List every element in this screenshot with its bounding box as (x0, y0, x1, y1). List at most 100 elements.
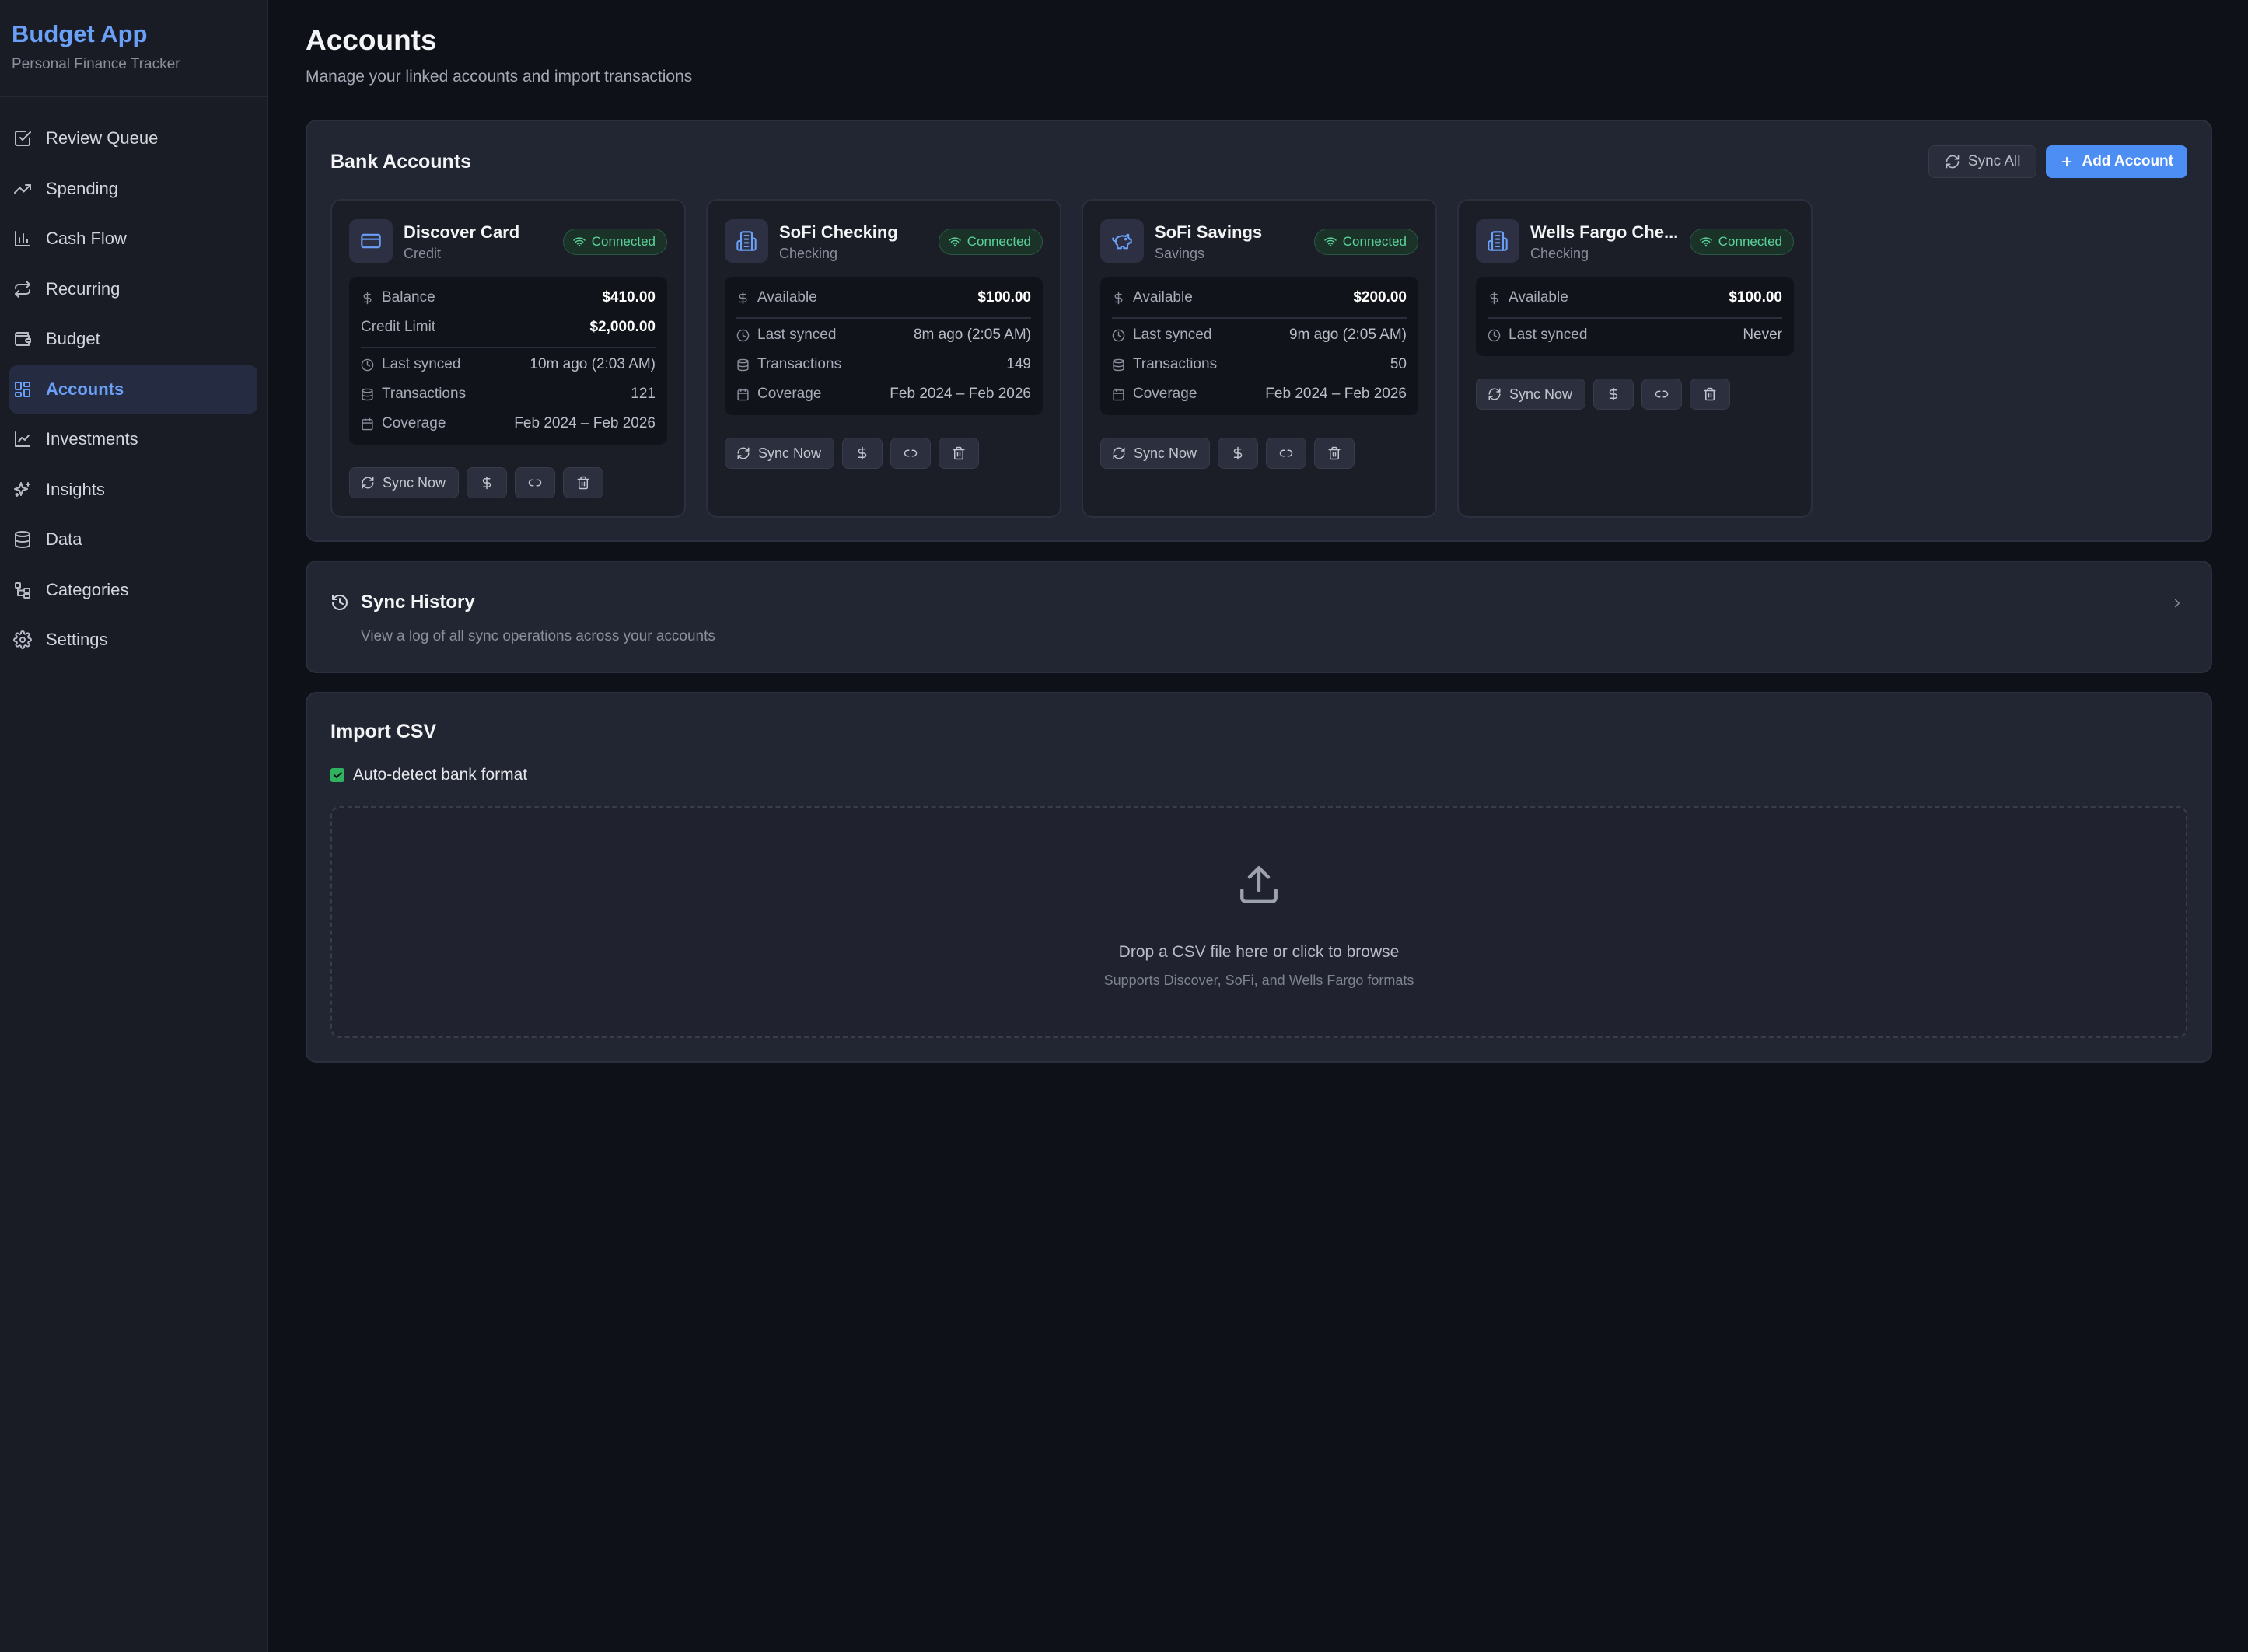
sidebar-item-spending[interactable]: Spending (9, 165, 257, 213)
update-balance-button[interactable] (842, 438, 883, 469)
stat-value: Feb 2024 – Feb 2026 (890, 386, 1031, 402)
delete-account-button[interactable] (563, 467, 604, 498)
sync-now-button[interactable]: Sync Now (1476, 379, 1586, 410)
trash-icon (953, 446, 965, 460)
stat-label: Last synced (382, 356, 461, 372)
stat-value: $200.00 (1353, 289, 1407, 306)
update-balance-button[interactable] (1593, 379, 1634, 410)
stat-label: Transactions (1133, 356, 1218, 372)
sidebar-nav: Review Queue Spending Cash Flow Recurrin… (0, 97, 267, 664)
link-icon (528, 479, 542, 487)
sidebar-item-label: Recurring (46, 278, 121, 299)
add-account-label: Add Account (2082, 153, 2173, 169)
account-type: Savings (1155, 246, 1205, 261)
dropzone-text: Drop a CSV file here or click to browse (1118, 943, 1400, 961)
sidebar-item-budget[interactable]: Budget (9, 315, 257, 363)
status-badge: Connected (562, 229, 667, 255)
app-subtitle: Personal Finance Tracker (12, 56, 180, 72)
sidebar-item-data[interactable]: Data (9, 515, 257, 564)
status-badge: Connected (1313, 229, 1418, 255)
relink-button[interactable] (1266, 438, 1307, 469)
account-stats: Balance $410.00 Credit Limit $2,000.00 L… (349, 277, 667, 445)
dropzone-hint: Supports Discover, SoFi, and Wells Fargo… (1103, 973, 1414, 988)
refresh-icon (737, 447, 750, 459)
app-title: Budget App (12, 20, 148, 47)
sync-history-panel[interactable]: Sync History View a log of all sync oper… (306, 561, 2212, 673)
auto-detect-toggle[interactable]: Auto-detect bank format (330, 766, 527, 784)
sidebar-item-label: Settings (46, 630, 108, 649)
relink-button[interactable] (1641, 379, 1683, 410)
sidebar-item-label: Cash Flow (46, 229, 127, 248)
account-stats: Available $100.00 Last synced Never (1476, 277, 1794, 356)
building-icon (725, 219, 768, 263)
sync-now-label: Sync Now (383, 474, 446, 491)
account-card-header: SoFi Savings Savings Connected (1100, 219, 1418, 263)
page-subtitle: Manage your linked accounts and import t… (306, 68, 693, 86)
account-card-header: Discover Card Credit Connected (349, 219, 667, 263)
sync-all-button[interactable]: Sync All (1928, 145, 2037, 178)
clock-icon (736, 329, 750, 341)
account-stats: Available $200.00 Last synced 9m ago (2:… (1100, 277, 1418, 415)
stat-label: Available (1133, 289, 1193, 306)
stat-last-synced: Last synced 9m ago (2:05 AM) (1112, 320, 1407, 350)
sidebar-item-label: Data (46, 529, 82, 549)
dollar-icon (482, 476, 491, 490)
sidebar-item-accounts[interactable]: Accounts (9, 365, 257, 414)
stat-value: 9m ago (2:05 AM) (1288, 327, 1407, 343)
add-account-button[interactable]: Add Account (2046, 145, 2187, 178)
sidebar-item-cash-flow[interactable]: Cash Flow (9, 215, 257, 263)
calendar-icon (1113, 388, 1124, 400)
dollar-icon (858, 446, 867, 460)
stat-coverage: Coverage Feb 2024 – Feb 2026 (1112, 379, 1407, 409)
calendar-icon (362, 417, 373, 430)
account-name: Wells Fargo Che... (1530, 222, 1679, 242)
sidebar-item-review-queue[interactable]: Review Queue (9, 114, 257, 162)
sync-now-button[interactable]: Sync Now (349, 467, 460, 498)
status-badge: Connected (938, 229, 1043, 255)
account-actions: Sync Now (1100, 438, 1355, 469)
page-title: Accounts (306, 24, 437, 56)
chevron-right-icon[interactable] (2170, 596, 2184, 614)
delete-account-button[interactable] (1314, 438, 1355, 469)
link-icon (1279, 449, 1293, 457)
relink-button[interactable] (890, 438, 932, 469)
sidebar-item-label: Budget (46, 329, 100, 348)
link-icon (1655, 390, 1669, 398)
sync-history-subtitle: View a log of all sync operations across… (361, 628, 715, 644)
relink-button[interactable] (515, 467, 556, 498)
trash-icon (1704, 387, 1716, 401)
stat-label: Last synced (1509, 327, 1588, 343)
stat-divider (361, 347, 656, 348)
sidebar-item-investments[interactable]: Investments (9, 415, 257, 463)
sidebar-item-categories[interactable]: Categories (9, 566, 257, 614)
update-balance-button[interactable] (467, 467, 508, 498)
stat-last-synced: Last synced 10m ago (2:03 AM) (361, 350, 656, 379)
stat-transactions: Transactions 50 (1112, 350, 1407, 379)
sidebar-item-settings[interactable]: Settings (9, 616, 257, 664)
sidebar-item-insights[interactable]: Insights (9, 466, 257, 514)
stat-label: Available (1509, 289, 1568, 306)
auto-detect-label: Auto-detect bank format (353, 766, 528, 784)
account-card-header: Wells Fargo Che... Checking Connected (1476, 219, 1794, 263)
dollar-icon (1233, 446, 1243, 460)
bank-accounts-panel: Bank Accounts Sync All Add Account Disco… (306, 120, 2212, 542)
stat-label: Transactions (757, 356, 842, 372)
stat-label: Transactions (382, 386, 467, 402)
stat-label: Coverage (757, 386, 822, 402)
import-csv-panel: Import CSV Auto-detect bank format Drop … (306, 692, 2212, 1063)
delete-account-button[interactable] (939, 438, 980, 469)
update-balance-button[interactable] (1218, 438, 1259, 469)
stat-value: 121 (631, 386, 656, 402)
sync-now-button[interactable]: Sync Now (1100, 438, 1211, 469)
auto-detect-checkbox[interactable] (330, 768, 344, 782)
sidebar-item-label: Accounts (46, 379, 124, 399)
delete-account-button[interactable] (1690, 379, 1731, 410)
building-icon (1476, 219, 1519, 263)
account-stats: Available $100.00 Last synced 8m ago (2:… (725, 277, 1043, 415)
stat-label: Coverage (1133, 386, 1197, 402)
sync-now-label: Sync Now (1509, 386, 1573, 402)
status-label: Connected (967, 234, 1031, 249)
sync-now-button[interactable]: Sync Now (725, 438, 835, 469)
csv-dropzone[interactable]: Drop a CSV file here or click to browse … (330, 806, 2187, 1038)
sidebar-item-recurring[interactable]: Recurring (9, 265, 257, 313)
